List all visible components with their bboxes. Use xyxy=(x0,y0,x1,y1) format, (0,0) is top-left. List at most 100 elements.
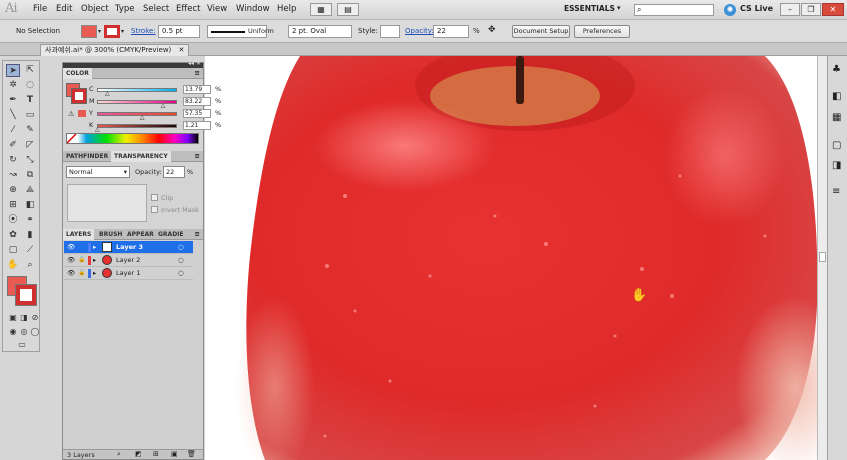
lasso-icon[interactable]: ◌ xyxy=(23,79,37,92)
cyan-thumb[interactable]: △ xyxy=(105,90,110,97)
recolor-artwork-icon[interactable]: ✥ xyxy=(488,25,496,35)
gamut-swatch[interactable] xyxy=(78,110,86,117)
search-input[interactable]: ⌕ xyxy=(634,4,714,16)
color-spectrum[interactable] xyxy=(66,133,199,144)
transparency-opacity-field[interactable]: 22 xyxy=(163,166,185,178)
club-icon[interactable]: ♣ xyxy=(832,64,841,75)
screen-mode-icon[interactable]: ▭ xyxy=(15,338,29,351)
fill-swatch[interactable] xyxy=(81,25,97,38)
close-window-button[interactable]: ✕ xyxy=(822,3,844,16)
menu-select[interactable]: Select xyxy=(143,4,169,14)
artboard-tool-icon[interactable]: ▢ xyxy=(6,244,20,257)
document-tab[interactable]: 사과예쉬.ai* @ 300% (CMYK/Preview) ✕ xyxy=(40,44,190,56)
layer-row[interactable]: 👁 ▸ Layer 3 ○ xyxy=(64,241,193,254)
artboard-canvas[interactable]: ✋ xyxy=(205,56,820,460)
bridge-icon[interactable]: ▦ xyxy=(310,3,332,16)
menu-window[interactable]: Window xyxy=(236,4,270,14)
paintbrush-icon[interactable]: ⁄ xyxy=(6,124,20,137)
cyan-slider[interactable]: C △ 13.79 % xyxy=(89,85,221,97)
pencil-icon[interactable]: ✎ xyxy=(23,124,37,137)
menu-file[interactable]: File xyxy=(33,4,47,14)
yellow-slider[interactable]: Y △ 57.35 % xyxy=(89,109,221,121)
tab-gradient[interactable]: GRADIE xyxy=(155,229,187,240)
panel-menu-icon[interactable]: ≡ xyxy=(195,151,200,162)
type-tool-icon[interactable]: T xyxy=(23,94,37,107)
rectangle-tool-icon[interactable]: ▭ xyxy=(23,109,37,122)
stroke-label[interactable]: Stroke: xyxy=(131,27,156,35)
panel-menu-icon[interactable]: ≡ xyxy=(195,68,200,79)
chevron-down-icon[interactable]: ▾ xyxy=(98,28,101,35)
arrange-documents-icon[interactable]: ▤ xyxy=(337,3,359,16)
opacity-field[interactable]: 22 xyxy=(433,25,469,38)
hand-tool-icon[interactable]: ✋ xyxy=(6,259,20,272)
invert-mask-checkbox[interactable] xyxy=(151,206,158,213)
yellow-thumb[interactable]: △ xyxy=(140,114,145,121)
layer-row[interactable]: 👁 🔒 ▸ Layer 2 ○ xyxy=(64,254,193,267)
clip-checkbox[interactable] xyxy=(151,194,158,201)
panel-menu-icon[interactable]: ≡ xyxy=(195,229,200,240)
blend-tool-icon[interactable]: ⚭ xyxy=(23,214,37,227)
black-thumb[interactable]: △ xyxy=(95,126,100,133)
blob-brush-icon[interactable]: ✐ xyxy=(6,139,20,152)
locate-object-icon[interactable]: ⌕ xyxy=(117,450,121,459)
trash-icon[interactable]: 🗑 xyxy=(187,450,196,458)
preferences-button[interactable]: Preferences xyxy=(574,25,630,38)
magenta-slider[interactable]: M △ 83.22 % xyxy=(89,97,221,109)
menu-effect[interactable]: Effect xyxy=(176,4,200,14)
stroke-swatch[interactable] xyxy=(104,25,120,38)
opacity-label[interactable]: Opacity: xyxy=(405,27,434,35)
tab-transparency[interactable]: TRANSPARENCY xyxy=(111,151,171,162)
magenta-thumb[interactable]: △ xyxy=(161,102,166,109)
draw-inside-icon[interactable]: ◯ xyxy=(28,325,42,338)
tab-brushes[interactable]: BRUSH xyxy=(96,229,125,240)
color-panel-tab[interactable]: COLOR xyxy=(63,68,92,79)
brushes-icon[interactable]: ▦ xyxy=(832,112,841,123)
free-transform-icon[interactable]: ⧉ xyxy=(23,169,37,182)
color-guide-icon[interactable]: ◧ xyxy=(832,91,841,102)
new-layer-icon[interactable]: ▣ xyxy=(171,450,178,458)
perspective-grid-icon[interactable]: ⟁ xyxy=(23,184,37,197)
warp-tool-icon[interactable]: ↝ xyxy=(6,169,20,182)
document-setup-button[interactable]: Document Setup xyxy=(512,25,570,38)
slice-tool-icon[interactable]: ⟋ xyxy=(23,244,37,257)
symbol-sprayer-icon[interactable]: ✿ xyxy=(6,229,20,242)
tab-layers[interactable]: LAYERS xyxy=(63,229,95,240)
workspace-switcher[interactable]: ESSENTIALS xyxy=(564,4,615,13)
zoom-tool-icon[interactable]: ⌕ xyxy=(23,259,37,272)
magic-wand-icon[interactable]: ✲ xyxy=(6,79,20,92)
stroke-color-box[interactable] xyxy=(15,284,37,306)
tab-pathfinder[interactable]: PATHFINDER xyxy=(63,151,111,162)
menu-type[interactable]: Type xyxy=(115,4,135,14)
stroke-panel-icon[interactable]: ≡ xyxy=(832,186,840,197)
color-stroke-box[interactable] xyxy=(71,88,87,104)
eyedropper-icon[interactable]: ⦿ xyxy=(6,214,20,227)
swatches-icon[interactable]: ◨ xyxy=(832,160,841,171)
menu-help[interactable]: Help xyxy=(277,4,296,14)
cslive-button[interactable]: CS Live xyxy=(740,4,773,13)
shape-builder-icon[interactable]: ⊕ xyxy=(6,184,20,197)
black-slider[interactable]: K △ 1.21 % xyxy=(89,121,221,133)
gradient-tool-icon[interactable]: ◧ xyxy=(23,199,37,212)
selection-tool-icon[interactable]: ➤ xyxy=(6,64,20,77)
out-of-gamut-icon[interactable]: ⚠ xyxy=(68,110,74,118)
none-mode-icon[interactable]: ⊘ xyxy=(28,311,42,324)
close-icon[interactable]: ✕ xyxy=(179,46,185,54)
maximize-button[interactable]: ❐ xyxy=(801,3,821,16)
pen-tool-icon[interactable]: ✒ xyxy=(6,94,20,107)
vertical-scrollbar[interactable] xyxy=(817,56,827,460)
minimize-button[interactable]: – xyxy=(780,3,800,16)
new-sublayer-icon[interactable]: ⊞ xyxy=(153,450,159,458)
rotate-tool-icon[interactable]: ↻ xyxy=(6,154,20,167)
direct-selection-tool-icon[interactable]: ⇱ xyxy=(23,64,37,77)
mesh-tool-icon[interactable]: ⊞ xyxy=(6,199,20,212)
tab-appearance[interactable]: APPEAR xyxy=(124,229,157,240)
variable-width-profile[interactable]: Uniform xyxy=(207,25,274,38)
graphic-style-swatch[interactable] xyxy=(380,25,400,38)
scale-tool-icon[interactable]: ⤡ xyxy=(23,154,37,167)
blend-mode-select[interactable]: Normal ▾ xyxy=(66,166,130,178)
stroke-weight-field[interactable]: 0.5 pt xyxy=(158,25,200,38)
line-tool-icon[interactable]: ╲ xyxy=(6,109,20,122)
eraser-icon[interactable]: ◸ xyxy=(23,139,37,152)
chevron-down-icon[interactable]: ▾ xyxy=(121,28,124,35)
menu-view[interactable]: View xyxy=(207,4,227,14)
